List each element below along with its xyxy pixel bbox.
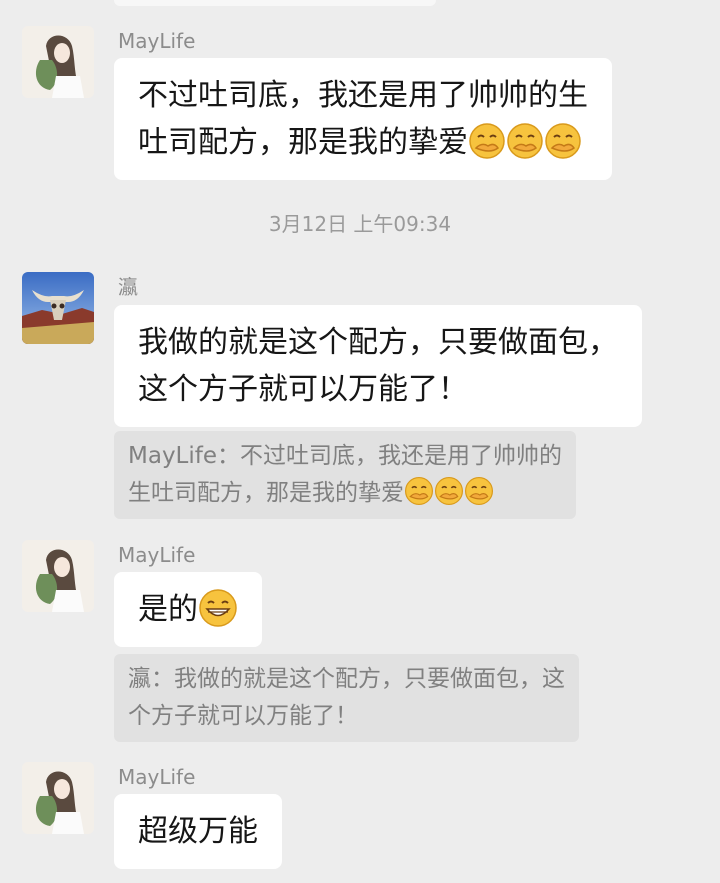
quoted-message[interactable]: 瀛：我做的就是这个配方，只要做面包，这 个方子就可以万能了！ [114,654,579,742]
covering-mouth-emoji [434,476,464,506]
quoted-message[interactable]: MayLife：不过吐司底，我还是用了帅帅的 生吐司配方，那是我的挚爱 [114,431,577,519]
sender-name: 瀛 [118,275,138,299]
previous-message-bubble-edge [114,0,436,6]
quote-text-line: 生吐司配方，那是我的挚爱 [128,480,404,506]
message-text-line: 是的 [138,592,198,627]
covering-mouth-emoji [506,122,544,160]
message-text-line: 不过吐司底，我还是用了帅帅的生 [138,78,588,113]
message-bubble[interactable]: 超级万能 [114,794,282,869]
covering-mouth-emoji [464,476,494,506]
message-bubble[interactable]: 不过吐司底，我还是用了帅帅的生 吐司配方，那是我的挚爱 [114,58,612,180]
avatar[interactable] [22,540,94,612]
covering-mouth-emoji [404,476,434,506]
bull-skull-avatar-image [22,272,94,344]
avatar[interactable] [22,762,94,834]
message-text-line: 超级万能 [138,814,258,849]
message-bubble[interactable]: 我做的就是这个配方，只要做面包， 这个方子就可以万能了！ [114,305,642,427]
maylife-avatar-image [22,26,94,98]
message-timestamp: 3月12日 上午09:34 [268,212,452,236]
avatar[interactable] [22,26,94,98]
maylife-avatar-image [22,762,94,834]
grinning-emoji [198,588,238,628]
sender-name: MayLife [118,543,196,567]
sender-name: MayLife [118,765,196,789]
quote-text-line: MayLife：不过吐司底，我还是用了帅帅的 [128,443,563,469]
covering-mouth-emoji [468,122,506,160]
sender-name: MayLife [118,29,196,53]
maylife-avatar-image [22,540,94,612]
quote-text-line: 个方子就可以万能了！ [128,703,358,729]
message-text-line: 吐司配方，那是我的挚爱 [138,125,468,160]
quote-text-line: 瀛：我做的就是这个配方，只要做面包，这 [128,666,565,692]
covering-mouth-emoji [544,122,582,160]
message-text-line: 这个方子就可以万能了！ [138,372,468,407]
message-text-line: 我做的就是这个配方，只要做面包， [138,325,618,360]
message-bubble[interactable]: 是的 [114,572,262,647]
avatar[interactable] [22,272,94,344]
